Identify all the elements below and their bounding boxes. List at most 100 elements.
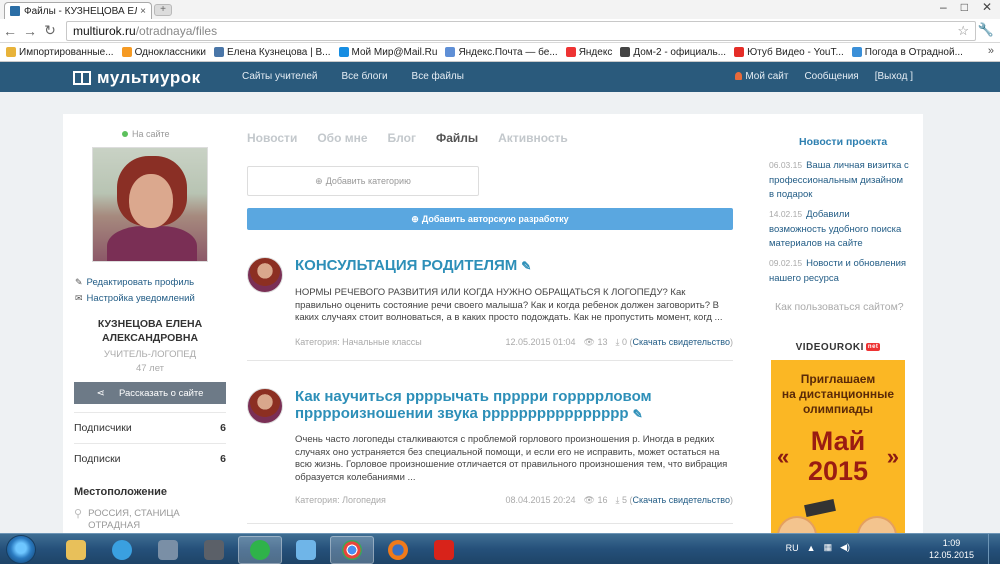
taskbar-ie[interactable]: [100, 536, 144, 564]
tab-files[interactable]: Файлы: [436, 131, 478, 145]
tab-about[interactable]: Обо мне: [317, 131, 367, 145]
news-item[interactable]: 09.02.15 Новости и обновления нашего ресу…: [769, 256, 909, 286]
views-count: 👁 16: [583, 495, 608, 505]
taskbar-media[interactable]: [146, 536, 190, 564]
media-icon: [158, 540, 178, 560]
bookmark-item[interactable]: Импортированные...: [6, 47, 114, 58]
tab-activity[interactable]: Активность: [498, 131, 568, 145]
bookmark-item[interactable]: Яндекс: [565, 47, 612, 58]
add-work-button[interactable]: ⊕ Добавить авторскую разработку: [247, 208, 733, 230]
back-arrow-icon[interactable]: ←: [0, 23, 20, 39]
close-window-button[interactable]: ✕: [982, 0, 992, 14]
taskbar-app[interactable]: [192, 536, 236, 564]
messages-link[interactable]: Сообщения: [804, 71, 858, 82]
maximize-button[interactable]: □: [961, 0, 968, 14]
post-category: Категория: Логопедия: [295, 495, 386, 505]
site-logo[interactable]: мультиурок: [73, 68, 201, 88]
news-item[interactable]: 06.03.15 Ваша личная визитка с профессион…: [769, 158, 909, 203]
address-bar[interactable]: multiurok.ru/otradnaya/files ☆: [66, 21, 976, 41]
subscriptions-row[interactable]: Подписки 6: [74, 443, 226, 473]
site-header: мультиурок Сайты учителей Все блоги Все …: [0, 62, 1000, 92]
bookmark-favicon-icon: [6, 47, 16, 57]
add-category-button[interactable]: ⊕ Добавить категорию: [247, 166, 479, 196]
folder-icon: [66, 540, 86, 560]
nav-all-files[interactable]: Все файлы: [412, 71, 464, 82]
eye-icon: 👁: [583, 337, 595, 347]
edit-icon: ✎: [75, 277, 83, 287]
post-title[interactable]: Как научиться ррррычать прррри горррpлов…: [295, 388, 727, 423]
logout-link[interactable]: [Выход ]: [875, 71, 913, 82]
bookmark-item[interactable]: Погода в Отрадной...: [851, 47, 963, 58]
close-tab-icon[interactable]: ×: [140, 6, 146, 17]
tray-arrow-icon[interactable]: ▲: [807, 543, 816, 553]
downloads-count: ⤓ 5 (: [615, 495, 633, 505]
notes-icon: [296, 540, 316, 560]
bookmark-item[interactable]: Мой Мир@Mail.Ru: [338, 47, 437, 58]
edit-icon[interactable]: ✎: [633, 407, 643, 421]
nav-all-blogs[interactable]: Все блоги: [342, 71, 388, 82]
taskbar-notes[interactable]: [284, 536, 328, 564]
news-item[interactable]: 14.02.15 Добавили возможность удобного по…: [769, 207, 909, 252]
tab-news[interactable]: Новости: [247, 131, 297, 145]
certificate-link[interactable]: Скачать свидетельство: [633, 337, 731, 348]
taskbar-chrome[interactable]: [330, 536, 374, 564]
profile-tabs: Новости Обо мне Блог Файлы Активность: [247, 131, 568, 145]
taskbar: RU ▲ ▦ ◀) 1:09 12.05.2015: [0, 533, 1000, 564]
browser-toolbar: ← → ↻ multiurok.ru/otradnaya/files ☆ 🔧: [0, 19, 1000, 43]
bookmark-favicon-icon: [214, 47, 224, 57]
site-favicon-icon: [10, 6, 20, 16]
bookmark-favicon-icon: [121, 47, 132, 57]
post-title[interactable]: КОНСУЛЬТАЦИЯ РОДИТЕЛЯМ ✎: [295, 257, 727, 275]
profile-name: КУЗНЕЦОВА ЕЛЕНА АЛЕКСАНДРОВНА: [97, 318, 203, 344]
tab-blog[interactable]: Блог: [388, 131, 416, 145]
forward-arrow-icon[interactable]: →: [20, 23, 40, 39]
minimize-button[interactable]: –: [940, 0, 947, 14]
share-site-button[interactable]: ⋖ Рассказать о сайте: [74, 382, 226, 404]
ad-banner[interactable]: VIDEOUROKI net Приглашаем на дистанционны…: [771, 334, 905, 544]
mail-agent-icon: [250, 540, 270, 560]
bookmarks-bar: Импортированные... Одноклассники Елена Куз…: [0, 43, 1000, 62]
clock[interactable]: 1:09 12.05.2015: [929, 537, 974, 561]
top-nav: Сайты учителей Все блоги Все файлы: [242, 71, 464, 82]
reload-icon[interactable]: ↻: [40, 22, 60, 39]
nav-teacher-sites[interactable]: Сайты учителей: [242, 71, 318, 82]
taskbar-firefox[interactable]: [376, 536, 420, 564]
bookmark-item[interactable]: Яндекс.Почта — бе...: [445, 47, 558, 58]
certificate-link[interactable]: Скачать свидетельство: [633, 495, 731, 506]
network-icon[interactable]: ▦: [824, 542, 833, 553]
start-button[interactable]: [6, 535, 36, 564]
edit-icon[interactable]: ✎: [521, 259, 531, 273]
wrench-menu-icon[interactable]: 🔧: [978, 22, 994, 38]
bookmark-favicon-icon: [338, 47, 349, 57]
subscribers-row[interactable]: Подписчики 6: [74, 412, 226, 442]
taskbar-mail-agent[interactable]: [238, 536, 282, 564]
volume-icon[interactable]: ◀): [840, 542, 850, 553]
graduation-cap-icon: [804, 499, 836, 517]
how-to-use-link[interactable]: Как пользоваться сайтом?: [775, 301, 904, 313]
user-icon: [735, 72, 743, 80]
taskbar-avira[interactable]: [422, 536, 466, 564]
bookmark-item[interactable]: Елена Кузнецова | В...: [214, 47, 331, 58]
author-avatar[interactable]: [247, 388, 283, 424]
show-desktop-button[interactable]: [988, 534, 1000, 564]
taskbar-explorer[interactable]: [54, 536, 98, 564]
bookmark-item[interactable]: Ютуб Видео - YouT...: [734, 47, 844, 58]
author-avatar[interactable]: [247, 257, 283, 293]
post-excerpt: НОРМЫ РЕЧЕВОГО РАЗВИТИЯ ИЛИ КОГДА НУЖНО …: [295, 287, 723, 323]
bookmark-star-icon[interactable]: ☆: [957, 23, 969, 39]
my-site-link[interactable]: Мой сайт: [735, 71, 788, 82]
bookmark-item[interactable]: Одноклассники: [121, 47, 206, 58]
window-controls: – □ ✕: [940, 0, 992, 14]
profile-photo[interactable]: [92, 147, 208, 262]
browser-tab[interactable]: Файлы - КУЗНЕЦОВА ЕЛЕ ×: [4, 2, 152, 19]
book-logo-icon: [73, 71, 91, 85]
bookmarks-overflow-icon[interactable]: »: [988, 45, 994, 57]
notification-settings-link[interactable]: ✉ Настройка уведомлений: [75, 293, 195, 304]
post-divider: [247, 523, 733, 524]
tab-title: Файлы - КУЗНЕЦОВА ЕЛЕ: [24, 5, 138, 17]
downloads-count: ⤓ 0 (: [615, 337, 633, 347]
new-tab-button[interactable]: +: [154, 4, 172, 16]
bookmark-item[interactable]: Дом-2 - официаль...: [620, 47, 726, 58]
edit-profile-link[interactable]: ✎ Редактировать профиль: [75, 277, 194, 288]
language-indicator[interactable]: RU: [786, 543, 799, 553]
